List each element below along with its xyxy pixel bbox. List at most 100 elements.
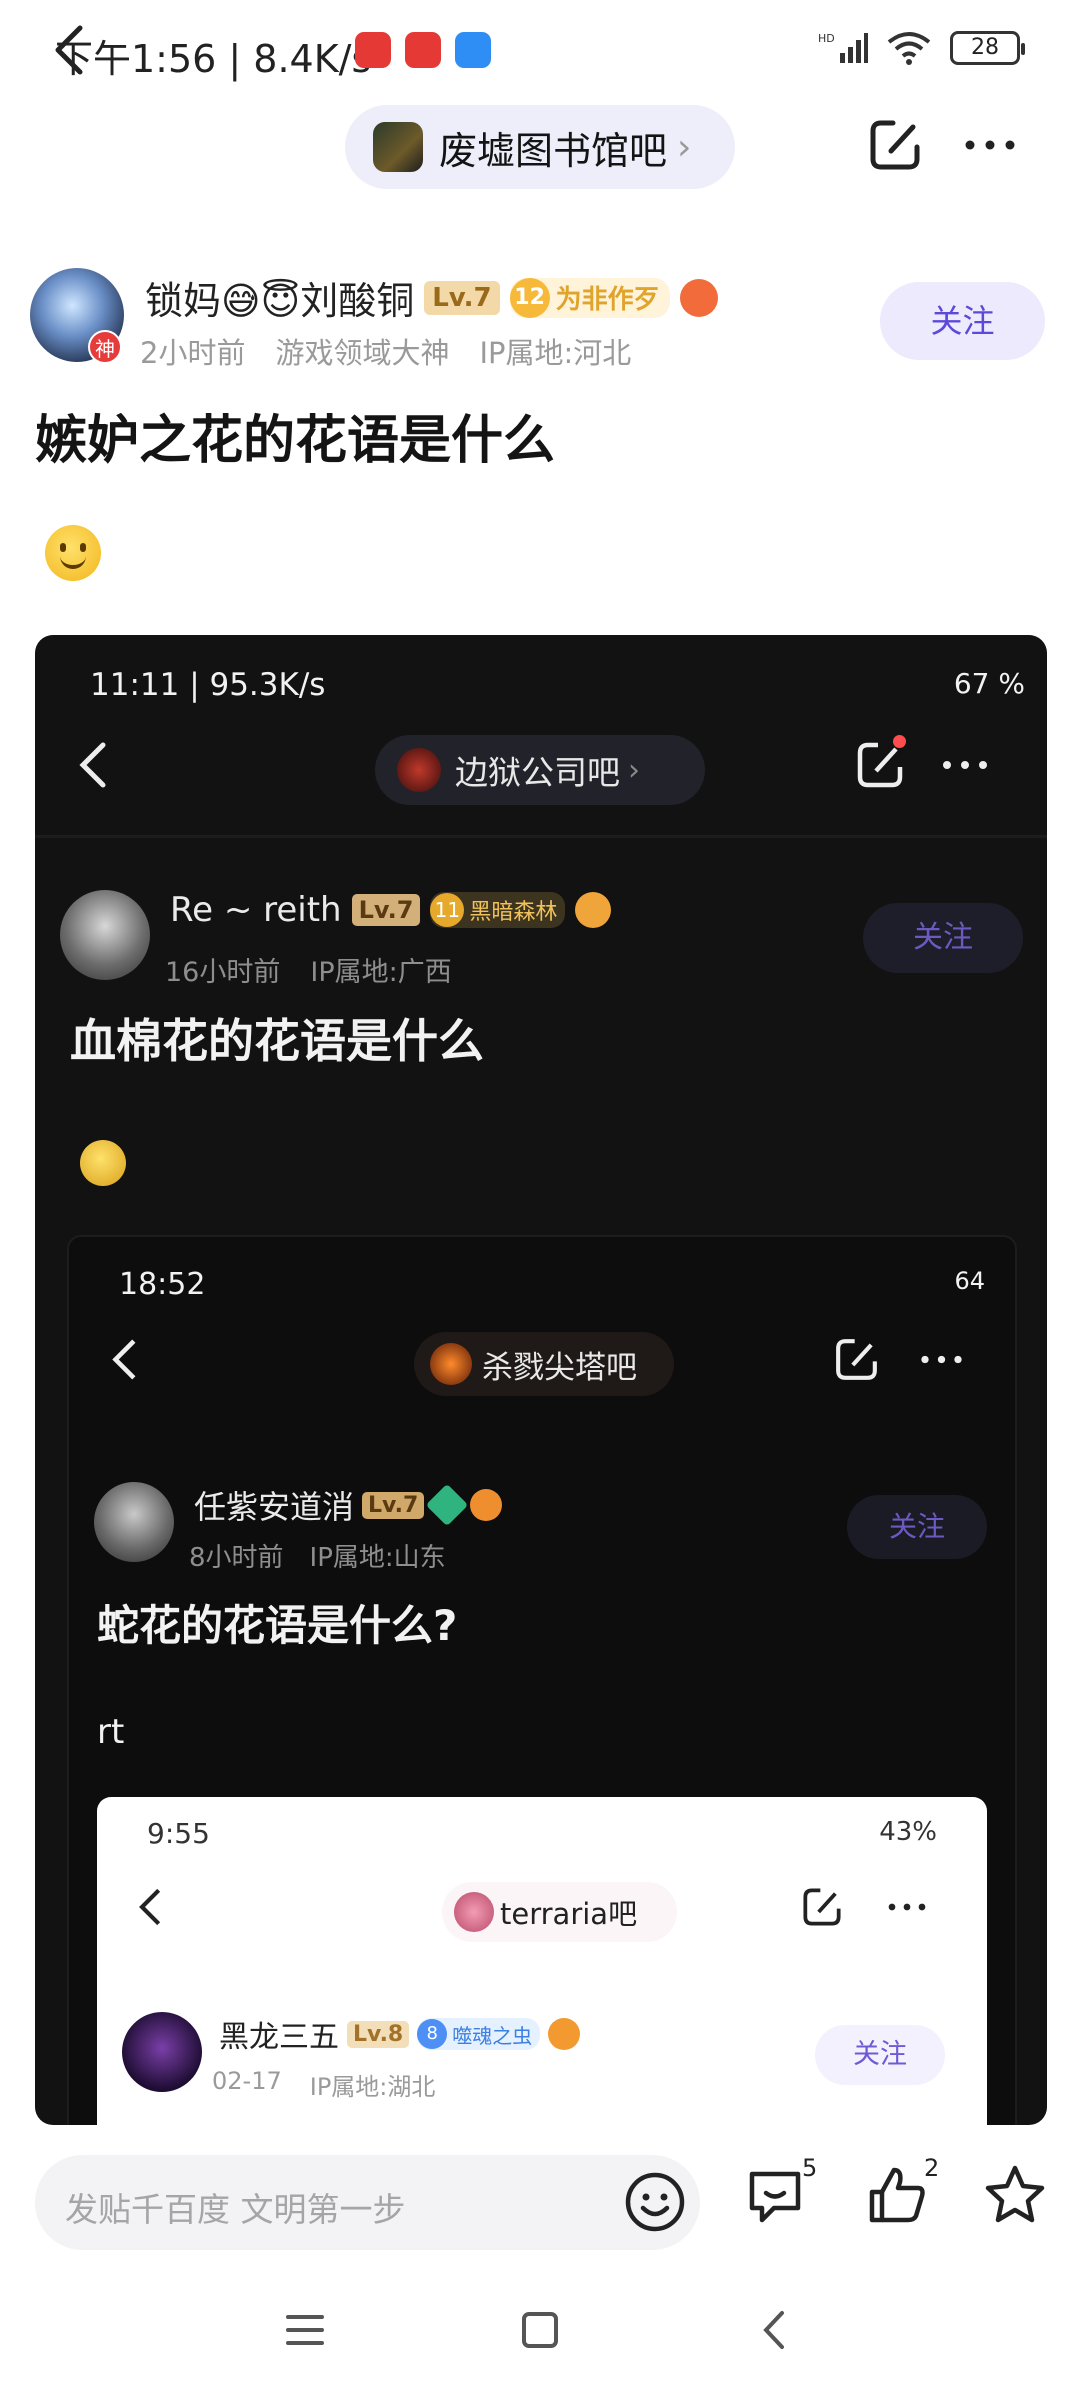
post-time: 2小时前 — [140, 336, 246, 370]
embedded-more-icon — [943, 761, 987, 769]
deep-level-badge: Lv.8 — [347, 2020, 410, 2048]
gamepad-icon — [575, 892, 612, 928]
divider — [35, 835, 1047, 838]
embedded-ip: IP属地:广西 — [310, 957, 452, 988]
deep-author-avatar — [122, 2012, 202, 2092]
embedded-fan-badge: 11 黑暗森林 — [430, 892, 566, 928]
nested-back-icon — [112, 1339, 136, 1380]
news-app-icon — [405, 32, 441, 68]
medal-icon — [679, 278, 718, 317]
like-button[interactable]: 2 — [862, 2154, 942, 2240]
nested-forum-name: 杀戮尖塔吧 — [482, 1349, 637, 1386]
nested-post-title: 蛇花的花语是什么? — [97, 1601, 458, 1650]
embedded-author-row: Re ~ reith Lv.7 11 黑暗森林 — [170, 890, 612, 930]
embedded-forum-name: 边狱公司吧 — [455, 753, 620, 792]
thumbs-up-icon — [869, 2167, 925, 2223]
bottom-bar: 发贴千百度 文明第一步 5 2 — [0, 2125, 1080, 2275]
fan-level: 12 — [509, 277, 550, 318]
nested-image-2: 9:55 43% terraria吧 黑龙三五 Lv.8 8 噬魂之虫 02-1… — [97, 1797, 987, 2125]
status-time: 下午1:56 | 8.4K/s — [55, 37, 372, 81]
forum-entry-button[interactable]: 废墟图书馆吧 › — [345, 105, 735, 189]
chevron-right-icon: › — [628, 752, 640, 788]
chevron-right-icon: › — [677, 126, 692, 168]
deep-date: 02-17 — [212, 2067, 282, 2095]
embedded-back-icon — [79, 742, 106, 788]
comment-count: 5 — [802, 2154, 818, 2182]
nested-edit-icon — [836, 1339, 877, 1380]
nested-status-time: 18:52 — [119, 1267, 206, 1302]
battery-icon: 28 — [950, 31, 1025, 65]
nested-post-body: rt — [97, 1712, 125, 1752]
embedded-fan-level: 11 — [430, 893, 465, 927]
embedded-fan-title: 黑暗森林 — [469, 900, 558, 925]
nested-author-row: 任紫安道消 Lv.7 — [194, 1482, 503, 1528]
notification-dot — [893, 735, 906, 748]
deep-back-icon — [139, 1888, 161, 1926]
nested-image: 18:52 64 杀戮尖塔吧 任紫安道消 Lv.7 8小时前 IP属地:山东 关… — [67, 1235, 1017, 2125]
smile-emoji-icon — [45, 525, 101, 581]
deep-fan-title: 噬魂之虫 — [452, 2023, 533, 2048]
nested-level-badge: Lv.7 — [362, 1491, 425, 1519]
deep-follow-button: 关注 — [815, 2025, 945, 2085]
star-icon — [985, 2165, 1045, 2223]
forum-name: 废墟图书馆吧 — [439, 128, 668, 173]
nested-time: 8小时前 — [189, 1543, 284, 1573]
embedded-forum-avatar — [397, 748, 441, 792]
fan-badge: 12 为非作歹 — [509, 277, 670, 318]
ip-location: IP属地:河北 — [479, 336, 632, 370]
author-name[interactable]: 锁妈😅😇刘酸铜 — [145, 270, 414, 325]
signal-icon: HD — [818, 32, 868, 63]
emoji-icon[interactable] — [620, 2167, 690, 2237]
more-icon[interactable] — [960, 115, 1020, 175]
nested-meta: 8小时前 IP属地:山东 — [189, 1537, 446, 1574]
favorite-button[interactable] — [980, 2160, 1060, 2240]
wifi-icon — [887, 32, 931, 65]
nested-author-name: 任紫安道消 — [194, 1488, 355, 1526]
back-icon[interactable] — [40, 20, 100, 80]
deep-forum-name: terraria吧 — [500, 1897, 638, 1931]
post-title: 嫉妒之花的花语是什么 — [35, 411, 556, 471]
comment-button[interactable]: 5 — [740, 2154, 820, 2240]
app-icon — [455, 32, 491, 68]
svg-text:HD: HD — [818, 32, 835, 45]
deep-fan-badge: 8 噬魂之虫 — [417, 2018, 541, 2050]
like-count: 2 — [924, 2154, 940, 2182]
deep-meta: 02-17 IP属地:湖北 — [212, 2067, 435, 2102]
god-badge: 神 — [88, 330, 122, 364]
embedded-author-name: Re ~ reith — [170, 890, 342, 930]
post-image[interactable]: 11:11 | 95.3K/s 67 % 边狱公司吧 › Re ~ reith … — [35, 635, 1047, 2125]
music-app-icon — [355, 32, 391, 68]
nested-ip: IP属地:山东 — [309, 1543, 446, 1573]
deep-author-row: 黑龙三五 Lv.8 8 噬魂之虫 — [219, 2012, 581, 2056]
embedded-author-avatar — [60, 890, 150, 980]
nested-forum-pill: 杀戮尖塔吧 — [414, 1332, 674, 1396]
follow-button[interactable]: 关注 — [880, 282, 1045, 360]
home-icon[interactable] — [515, 2305, 565, 2355]
gem-icon — [426, 1483, 469, 1527]
embedded-status-time: 11:11 | 95.3K/s — [90, 667, 326, 703]
status-right: HD 28 — [818, 30, 1025, 66]
edit-icon[interactable] — [865, 115, 925, 175]
deep-more-icon — [888, 1903, 926, 1911]
embedded-post-title: 血棉花的花语是什么 — [70, 1014, 484, 1068]
system-back-icon[interactable] — [750, 2305, 800, 2355]
embedded-forum-pill: 边狱公司吧 › — [375, 735, 705, 805]
embedded-level-badge: Lv.7 — [351, 894, 421, 926]
deep-ip: IP属地:湖北 — [309, 2073, 436, 2101]
nested-author-avatar — [94, 1482, 174, 1562]
comment-icon — [749, 2171, 801, 2223]
gamepad-icon — [470, 1489, 503, 1521]
deep-status-time: 9:55 — [147, 1817, 210, 1850]
deep-fan-level: 8 — [417, 2019, 448, 2049]
embedded-meta: 16小时前 IP属地:广西 — [165, 950, 452, 989]
nested-forum-avatar — [430, 1343, 472, 1385]
deep-author-name: 黑龙三五 — [219, 2020, 339, 2055]
deep-edit-icon — [803, 1888, 841, 1926]
gamepad-icon — [548, 2018, 581, 2050]
reply-input[interactable]: 发贴千百度 文明第一步 — [35, 2155, 700, 2250]
author-honor: 游戏领域大神 — [275, 336, 450, 370]
deep-battery: 43% — [879, 1817, 937, 1847]
menu-icon[interactable] — [280, 2305, 330, 2355]
system-nav-bar — [0, 2275, 1080, 2400]
author-row: 锁妈😅😇刘酸铜 Lv.7 12 为非作歹 — [145, 270, 718, 325]
